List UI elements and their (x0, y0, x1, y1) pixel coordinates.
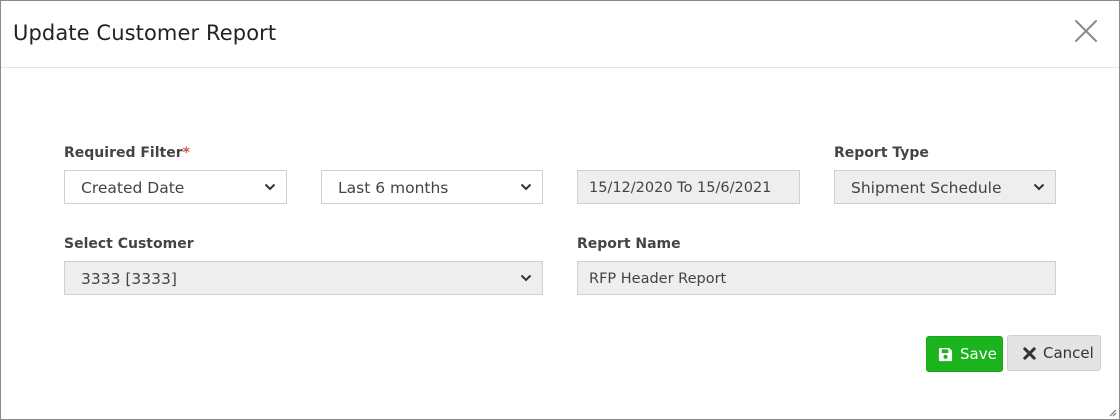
period-value: Last 6 months (338, 179, 449, 197)
dialog-title: Update Customer Report (13, 21, 277, 45)
dialog-header: Update Customer Report (1, 1, 1119, 68)
date-field-select[interactable]: Created Date (64, 170, 287, 204)
customer-value: 3333 [3333] (81, 270, 177, 288)
date-range-value: 15/12/2020 To 15/6/2021 (589, 180, 772, 196)
customer-select[interactable]: 3333 [3333] (64, 261, 543, 295)
floppy-disk-icon (938, 347, 953, 362)
chevron-down-icon (520, 274, 532, 282)
required-filter-label: Required Filter* (64, 145, 190, 161)
date-range-field: 15/12/2020 To 15/6/2021 (577, 170, 800, 204)
report-name-value: RFP Header Report (589, 271, 727, 287)
report-name-label: Report Name (577, 236, 681, 252)
period-select[interactable]: Last 6 months (321, 170, 543, 204)
report-type-value: Shipment Schedule (851, 179, 1002, 197)
required-filter-label-text: Required Filter (64, 145, 183, 161)
chevron-down-icon (1033, 183, 1045, 191)
chevron-down-icon (520, 183, 532, 191)
required-marker: * (182, 145, 190, 161)
chevron-down-icon (264, 183, 276, 191)
date-field-value: Created Date (81, 179, 185, 197)
update-report-dialog: Update Customer Report Required Filter* … (0, 0, 1120, 420)
x-icon (1023, 347, 1036, 360)
close-icon (1075, 20, 1097, 42)
report-type-select[interactable]: Shipment Schedule (834, 170, 1056, 204)
select-customer-label: Select Customer (64, 236, 194, 252)
resize-grip-icon[interactable] (1107, 407, 1117, 417)
cancel-button-label: Cancel (1043, 344, 1094, 362)
cancel-button[interactable]: Cancel (1007, 335, 1101, 371)
close-button[interactable] (1072, 17, 1100, 45)
save-button[interactable]: Save (926, 336, 1003, 372)
report-name-input[interactable]: RFP Header Report (577, 261, 1056, 295)
save-button-label: Save (960, 345, 997, 363)
report-type-label: Report Type (834, 145, 929, 161)
